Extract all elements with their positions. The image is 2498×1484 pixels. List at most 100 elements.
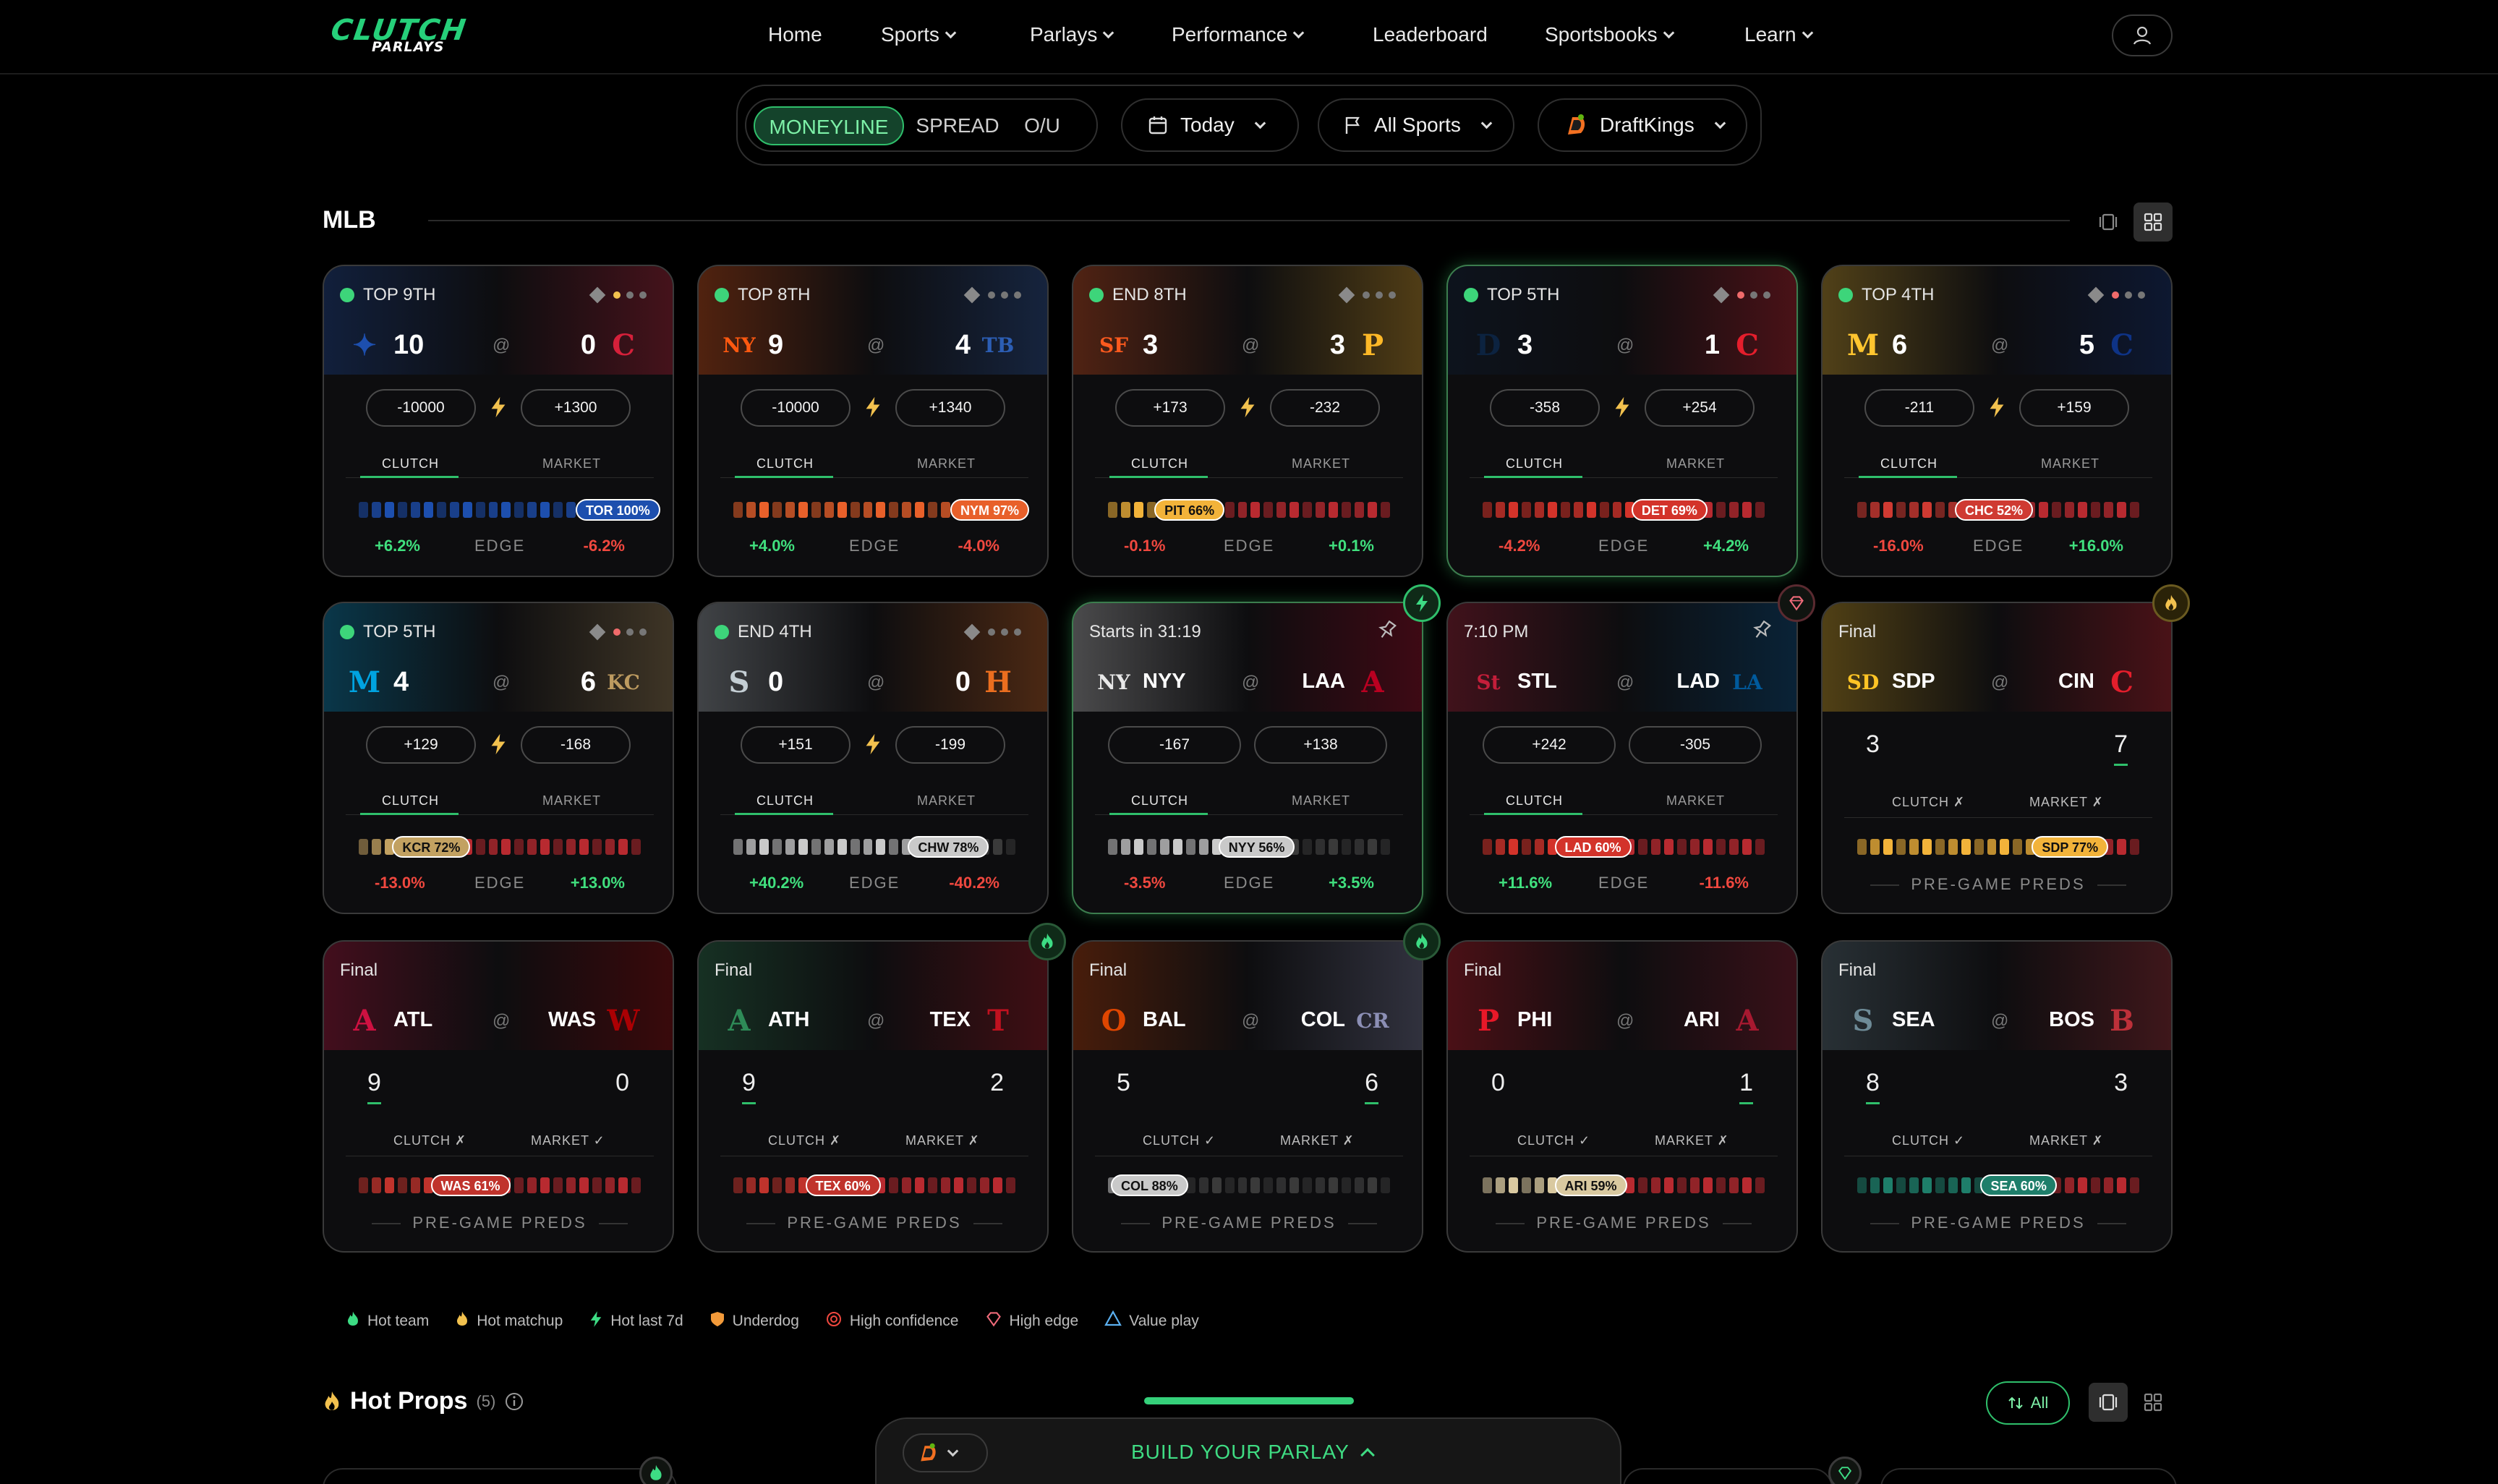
tab-market[interactable]: MARKET (542, 793, 601, 809)
nav-sports[interactable]: Sports (881, 23, 957, 46)
tab-market[interactable]: MARKET (917, 793, 976, 809)
probability-segment (371, 839, 381, 855)
game-card[interactable]: Final P A PHI ARI @0 1 CLUTCH ✓ MARKET ✗ ARI 59% P… (1446, 940, 1798, 1253)
nav-leaderboard[interactable]: Leaderboard (1373, 23, 1488, 46)
prop-card-peek[interactable] (1623, 1468, 1833, 1484)
clutch-parlays-logo[interactable]: CLUTCH PARLAYS (329, 14, 476, 55)
tab-market[interactable]: MARKET (1292, 456, 1350, 472)
tab-market[interactable]: MARKET (542, 456, 601, 472)
parlay-sportsbook-select[interactable] (903, 1433, 988, 1472)
game-card[interactable]: Final A T ATH TEX @9 2 CLUTCH ✗ MARKET ✗ TEX 60% P… (697, 923, 1066, 1253)
nav-sportsbooks[interactable]: Sportsbooks (1545, 23, 1674, 46)
tab-market[interactable]: MARKET (917, 456, 976, 472)
date-filter-label: Today (1180, 114, 1235, 136)
game-card[interactable]: TOP 5TH D C 3 1 @ -358 +254 CLUTCH MARKET DET 69% -… (1446, 265, 1798, 577)
game-card[interactable]: Final SD C SDP CIN @3 7 CLUTCH ✗ MARKET ✗ SDP 77%… (1821, 584, 2190, 914)
game-card[interactable]: END 4TH S H 0 0 @ +151 -199 CLUTCH MARKET CHW 78% +… (697, 602, 1049, 914)
home-moneyline-odds[interactable]: -305 (1629, 726, 1762, 764)
edge-label: EDGE (1598, 874, 1650, 892)
game-card[interactable]: Final A W ATL WAS @9 0 CLUTCH ✗ MARKET ✓ WAS 61% P… (323, 940, 674, 1253)
home-moneyline-odds[interactable]: +1340 (895, 389, 1005, 427)
away-moneyline-odds[interactable]: -10000 (366, 389, 476, 427)
away-moneyline-odds[interactable]: -167 (1108, 726, 1241, 764)
bet-type-moneyline[interactable]: MONEYLINE (754, 106, 904, 145)
game-card[interactable]: Starts in 31:19 NY A NYY LAA @ -167 +138 CLUTCH M… (1072, 584, 1441, 914)
info-icon[interactable] (504, 1391, 524, 1412)
at-symbol: @ (1616, 673, 1634, 692)
prop-card-peek[interactable] (1880, 1468, 2177, 1484)
probability-segment (1342, 502, 1352, 518)
home-moneyline-odds[interactable]: -232 (1270, 389, 1380, 427)
nav-learn[interactable]: Learn (1744, 23, 1813, 46)
game-card[interactable]: END 8TH SF P 3 3 @ +173 -232 CLUTCH MARKET PIT 66%… (1072, 265, 1423, 577)
probability-segment (1250, 1177, 1261, 1193)
build-parlay-panel[interactable]: BUILD YOUR PARLAY (875, 1417, 1621, 1484)
home-moneyline-odds[interactable]: -199 (895, 726, 1005, 764)
game-card[interactable]: TOP 4TH M C 6 5 @ -211 +159 CLUTCH MARKET CHC 52% -… (1821, 265, 2173, 577)
away-moneyline-odds[interactable]: +151 (741, 726, 851, 764)
game-card[interactable]: TOP 5TH M KC 4 6 @ +129 -168 CLUTCH MARKET KCR 72%… (323, 602, 674, 914)
props-single-view-button[interactable] (2089, 1383, 2128, 1422)
nav-performance[interactable]: Performance (1172, 23, 1305, 46)
sort-all-button[interactable]: All (1986, 1381, 2070, 1425)
away-moneyline-odds[interactable]: +129 (366, 726, 476, 764)
away-moneyline-odds[interactable]: -211 (1864, 389, 1974, 427)
game-card[interactable]: TOP 8TH NY TB 9 4 @ -10000 +1340 CLUTCH MARKET NYM… (697, 265, 1049, 577)
probability-segment (553, 1177, 563, 1193)
date-filter[interactable]: Today (1121, 98, 1299, 152)
sport-filter[interactable]: All Sports (1318, 98, 1514, 152)
probability-segment (772, 502, 782, 518)
prop-card-peek[interactable] (323, 1468, 677, 1484)
tab-clutch[interactable]: CLUTCH (382, 793, 439, 809)
bet-type-ou[interactable]: O/U (1010, 106, 1075, 145)
probability-segment (850, 502, 860, 518)
props-grid-view-button[interactable] (2133, 1383, 2173, 1422)
tab-clutch[interactable]: CLUTCH (756, 793, 814, 809)
nav-home[interactable]: Home (768, 23, 822, 46)
tab-market[interactable]: MARKET (1666, 793, 1725, 809)
tab-clutch[interactable]: CLUTCH (1131, 456, 1188, 472)
tab-market[interactable]: MARKET (1666, 456, 1725, 472)
probability-segment (811, 839, 821, 855)
game-status-label: TOP 5TH (363, 622, 436, 641)
home-moneyline-odds[interactable]: +254 (1645, 389, 1755, 427)
game-card[interactable]: 7:10 PM St LA STL LAD @ +242 -305 CLUTCH MARKET LA… (1446, 584, 1815, 914)
game-card[interactable]: Final S B SEA BOS @8 3 CLUTCH ✓ MARKET ✗ SEA 60% P… (1821, 940, 2173, 1253)
home-moneyline-odds[interactable]: +138 (1254, 726, 1387, 764)
clutch-result: CLUTCH ✓ (1143, 1133, 1216, 1148)
game-status: 7:10 PM (1464, 622, 1528, 642)
probability-segment (1870, 1177, 1880, 1193)
grid-view-button[interactable] (2133, 202, 2173, 242)
away-edge-value: -3.5% (1124, 874, 1166, 892)
out-dot (639, 628, 647, 636)
live-indicator (1838, 288, 1853, 302)
tab-clutch[interactable]: CLUTCH (756, 456, 814, 472)
sportsbook-filter[interactable]: DraftKings (1538, 98, 1747, 152)
tab-clutch[interactable]: CLUTCH (1880, 456, 1938, 472)
build-parlay-button[interactable]: BUILD YOUR PARLAY (1131, 1441, 1375, 1464)
home-moneyline-odds[interactable]: -168 (521, 726, 631, 764)
carousel-indicator[interactable] (1144, 1397, 1354, 1404)
home-moneyline-odds[interactable]: +1300 (521, 389, 631, 427)
tab-clutch[interactable]: CLUTCH (1131, 793, 1188, 809)
nav-parlays[interactable]: Parlays (1030, 23, 1114, 46)
tab-market[interactable]: MARKET (2041, 456, 2100, 472)
probability-segment (1329, 1177, 1339, 1193)
tab-market[interactable]: MARKET (1292, 793, 1350, 809)
probability-segment (1534, 839, 1544, 855)
bet-type-spread[interactable]: SPREAD (914, 106, 1001, 145)
game-card[interactable]: Final O CR BAL COL @5 6 CLUTCH ✓ MARKET ✗ COL 88%… (1072, 923, 1441, 1253)
away-moneyline-odds[interactable]: -10000 (741, 389, 851, 427)
away-moneyline-odds[interactable]: +173 (1115, 389, 1225, 427)
home-moneyline-odds[interactable]: +159 (2019, 389, 2129, 427)
away-moneyline-odds[interactable]: -358 (1490, 389, 1600, 427)
tab-clutch[interactable]: CLUTCH (1506, 793, 1563, 809)
legend-item: High confidence (825, 1310, 959, 1332)
single-view-button[interactable] (2089, 202, 2128, 242)
game-card[interactable]: TOP 9TH ✦ C 10 0 @ -10000 +1300 CLUTCH MARKET TOR … (323, 265, 674, 577)
tab-clutch[interactable]: CLUTCH (382, 456, 439, 472)
away-moneyline-odds[interactable]: +242 (1483, 726, 1616, 764)
tab-clutch[interactable]: CLUTCH (1506, 456, 1563, 472)
probability-segment (1108, 839, 1117, 855)
user-account-button[interactable] (2112, 14, 2173, 56)
